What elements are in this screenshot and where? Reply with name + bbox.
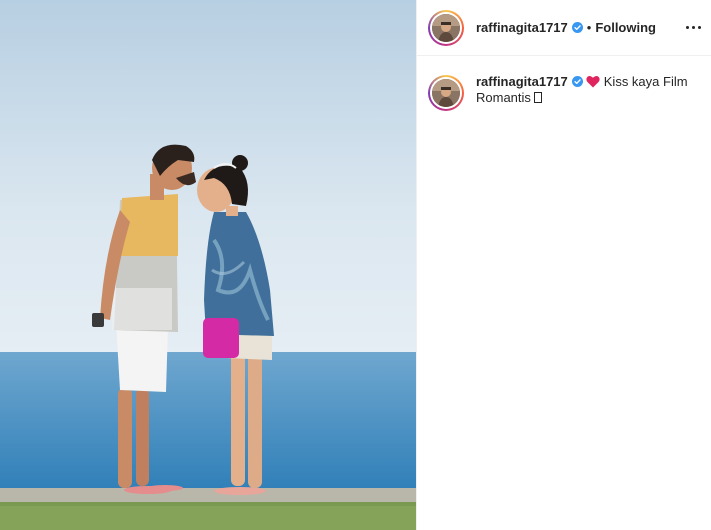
caption-author-avatar[interactable] [428,75,464,111]
verified-badge-icon [571,22,583,33]
following-button[interactable]: Following [595,20,656,35]
post-caption: raffinagita1717 Kiss kaya Film Romantis [428,74,703,111]
caption-username[interactable]: raffinagita1717 [476,74,568,89]
separator-dot: • [586,20,592,35]
couple-kissing-photo [0,0,416,530]
missing-glyph-icon [533,92,542,103]
author-username[interactable]: raffinagita1717 [476,20,568,35]
caption-text-block: raffinagita1717 Kiss kaya Film Romantis [476,74,703,111]
avatar-inner [430,11,462,44]
author-avatar[interactable] [428,9,464,46]
avatar-inner [430,77,462,109]
post-side-panel: raffinagita1717 • Following raffinagita1… [416,0,711,530]
instagram-post: raffinagita1717 • Following raffinagita1… [0,0,711,530]
avatar-image [432,79,460,107]
avatar-image [432,13,460,42]
more-options-icon[interactable] [683,18,703,36]
post-header: raffinagita1717 • Following [417,0,711,56]
red-heart-icon [586,75,600,88]
post-photo[interactable] [0,0,416,530]
verified-badge-icon [571,76,583,87]
